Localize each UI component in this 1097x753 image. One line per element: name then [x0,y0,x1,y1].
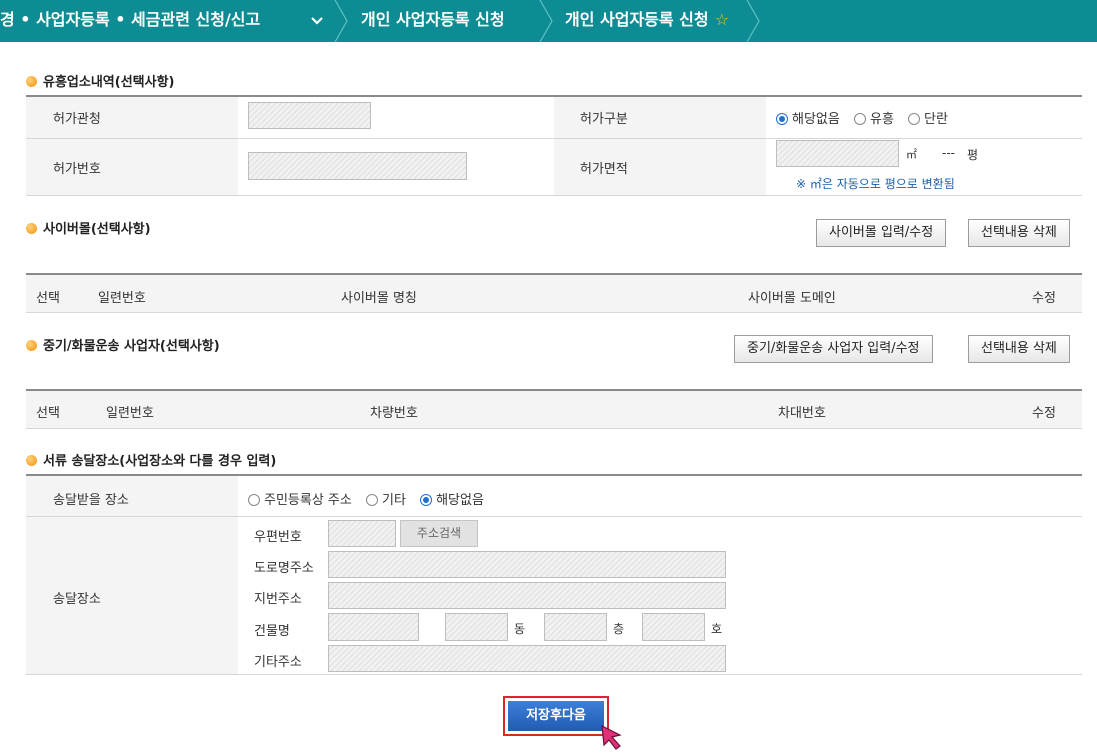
radio-label: 단란 [924,112,948,127]
hand-cursor-icon [601,724,622,750]
radio-selected-icon[interactable] [420,494,433,506]
col-edit: 수정 [1032,406,1056,421]
road-address-label: 도로명주소 [254,561,314,576]
breadcrumb-separator-icon [745,0,761,43]
freight-delete-button[interactable]: 선택내용 삭제 [968,335,1070,363]
radio-icon[interactable] [908,113,921,125]
col-edit: 수정 [1032,291,1056,306]
divider [26,138,1082,139]
radio-label: 유흥 [869,112,894,127]
col-serial: 일련번호 [106,406,154,421]
ho-input[interactable] [642,613,705,641]
current-page-label: 개인 사업자등록 신청 [565,10,709,29]
save-and-next-button[interactable]: 저장후다음 [503,696,609,736]
radio-resident-address[interactable]: 주민등록상 주소 [248,493,352,508]
zip-label: 우편번호 [254,530,302,545]
delivery-address-label: 송달장소 [53,592,101,607]
cybermall-delete-button[interactable]: 선택내용 삭제 [968,219,1070,247]
section-title-text: 서류 송달장소(사업장소와 다를 경우 입력) [43,454,277,469]
radio-label: 해당없음 [436,493,484,508]
floor-input[interactable] [544,613,607,641]
freight-table-header [26,391,1082,428]
lot-address-label: 지번주소 [254,592,302,607]
cybermall-edit-button[interactable]: 사이버몰 입력/수정 [816,219,947,247]
bullet-icon [26,455,37,466]
table-bottom-border [26,312,1082,313]
entertainment-section-title: 유흥업소내역(선택사항) [26,71,174,90]
divider [26,674,1082,675]
area-conversion-note: ※ ㎡은 자동으로 평으로 변환됨 [796,177,955,191]
radio-karaoke[interactable]: 단란 [908,112,948,127]
col-mall-name: 사이버몰 명칭 [341,291,417,306]
col-select: 선택 [36,406,60,421]
table-bottom-border [26,428,1082,429]
address-search-button[interactable]: 주소검색 [400,520,478,547]
other-address-label: 기타주소 [254,655,302,670]
permit-type-radio-group: 해당없음 유흥 단란 [776,108,958,127]
dong-unit: 동 [514,622,526,636]
bullet-icon [26,223,37,234]
bullet-icon [26,340,37,351]
radio-label: 기타 [382,493,406,508]
star-icon[interactable]: ☆ [715,10,729,29]
floor-unit: 층 [613,622,625,636]
freight-section-title: 중기/화물운송 사업자(선택사항) [26,335,220,354]
area-unit: ㎡ [906,148,917,161]
radio-none[interactable]: 해당없음 [776,112,840,127]
delivery-section-title: 서류 송달장소(사업장소와 다를 경우 입력) [26,450,276,469]
road-address-input[interactable] [328,551,726,578]
section-title-text: 중기/화물운송 사업자(선택사항) [43,339,220,354]
freight-edit-button[interactable]: 중기/화물운송 사업자 입력/수정 [734,335,933,363]
radio-none[interactable]: 해당없음 [420,493,484,508]
breadcrumb-item-category[interactable]: 경 • 사업자등록 • 세금관련 신청/신고 [0,0,260,42]
radio-label: 주민등록상 주소 [264,493,352,508]
pyeong-value: --- [942,146,955,160]
divider [26,516,1082,517]
permit-area-label: 허가면적 [580,162,628,177]
bullet-icon [26,76,37,87]
dong-input[interactable] [445,613,508,641]
divider [26,195,1082,196]
breadcrumb-separator-icon [538,0,554,43]
ho-unit: 호 [711,622,723,636]
col-chassis-number: 차대번호 [778,406,826,421]
section-title-text: 유흥업소내역(선택사항) [43,75,175,90]
permit-area-input[interactable] [776,140,899,167]
col-mall-domain: 사이버몰 도메인 [748,291,836,306]
breadcrumb-bar: 경 • 사업자등록 • 세금관련 신청/신고 개인 사업자등록 신청 개인 사업… [0,0,1097,43]
permit-type-label: 허가구분 [580,112,628,127]
radio-icon[interactable] [248,494,260,506]
breadcrumb-item-form[interactable]: 개인 사업자등록 신청 [361,0,505,42]
section-title-text: 사이버몰(선택사항) [43,222,151,237]
pyeong-unit: 평 [967,148,979,162]
permit-number-label: 허가번호 [53,162,101,177]
building-label: 건물명 [254,624,290,639]
other-address-input[interactable] [328,645,726,672]
col-select: 선택 [36,291,60,306]
col-serial: 일련번호 [98,291,146,306]
radio-label: 해당없음 [792,112,840,127]
radio-other[interactable]: 기타 [366,493,406,508]
radio-selected-icon[interactable] [776,113,788,125]
radio-icon[interactable] [853,113,866,125]
breadcrumb-separator-icon [333,0,349,43]
permit-number-input[interactable] [248,152,467,180]
chevron-down-icon[interactable] [310,0,324,42]
lot-address-input[interactable] [328,582,726,609]
permit-office-input[interactable] [248,102,371,129]
breadcrumb-item-current: 개인 사업자등록 신청 ☆ [565,0,729,42]
cybermall-section-title: 사이버몰(선택사항) [26,218,151,237]
cybermall-table-header [26,275,1082,312]
permit-office-label: 허가관청 [53,112,101,127]
building-name-input[interactable] [328,613,419,641]
col-vehicle-number: 차량번호 [370,406,418,421]
zip-input[interactable] [328,520,396,547]
save-button-label: 저장후다음 [508,701,604,731]
radio-icon[interactable] [366,494,378,506]
delivery-place-label: 송달받을 장소 [53,493,129,508]
delivery-place-radio-group: 주민등록상 주소 기타 해당없음 [248,489,494,508]
radio-entertainment[interactable]: 유흥 [853,112,894,127]
